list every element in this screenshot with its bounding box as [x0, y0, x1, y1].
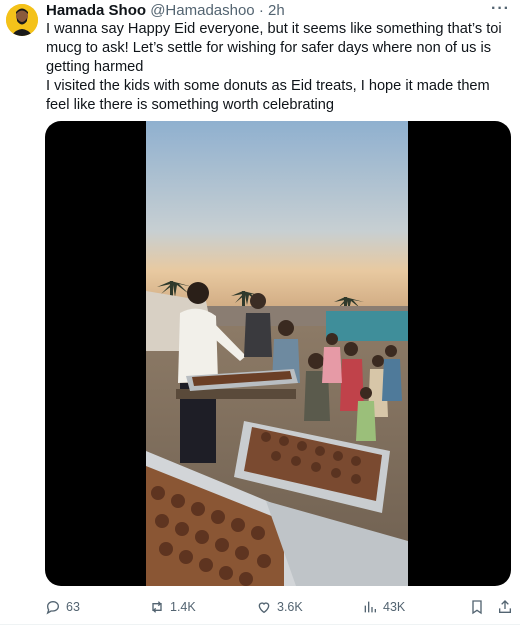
repost-count: 1.4K: [170, 600, 196, 614]
like-count: 3.6K: [277, 600, 303, 614]
tweet-actions: 63 1.4K 3.6K 43K: [45, 597, 513, 617]
bookmark-icon: [472, 600, 482, 615]
tweet-paragraph: I wanna say Happy Eid everyone, but it s…: [46, 21, 502, 75]
bookmark-button[interactable]: [469, 597, 490, 617]
avatar[interactable]: [6, 4, 38, 36]
like-button[interactable]: 3.6K: [256, 597, 303, 617]
like-icon: [258, 602, 270, 614]
author-handle[interactable]: @Hamadashoo: [150, 2, 254, 19]
repost-button[interactable]: 1.4K: [149, 597, 196, 617]
views-icon: [364, 601, 376, 613]
views-button[interactable]: 43K: [362, 597, 405, 617]
tweet-paragraph: I visited the kids with some donuts as E…: [46, 78, 490, 113]
repost-icon: [152, 601, 162, 613]
share-icon: [499, 600, 511, 613]
divider: [0, 624, 520, 625]
video-frame: [146, 121, 408, 586]
separator: ·: [258, 2, 264, 19]
reply-icon: [46, 600, 60, 615]
video-player[interactable]: [45, 121, 511, 586]
timestamp[interactable]: 2h: [268, 2, 285, 19]
author-name[interactable]: Hamada Shoo: [46, 2, 146, 19]
tweet-header: Hamada Shoo @Hamadashoo · 2h: [46, 2, 285, 20]
views-count: 43K: [383, 600, 406, 614]
more-icon[interactable]: ···: [491, 0, 510, 18]
reply-count: 63: [66, 600, 80, 614]
share-button[interactable]: [497, 597, 518, 617]
tweet-text: I wanna say Happy Eid everyone, but it s…: [46, 20, 510, 115]
reply-button[interactable]: 63: [45, 597, 80, 617]
